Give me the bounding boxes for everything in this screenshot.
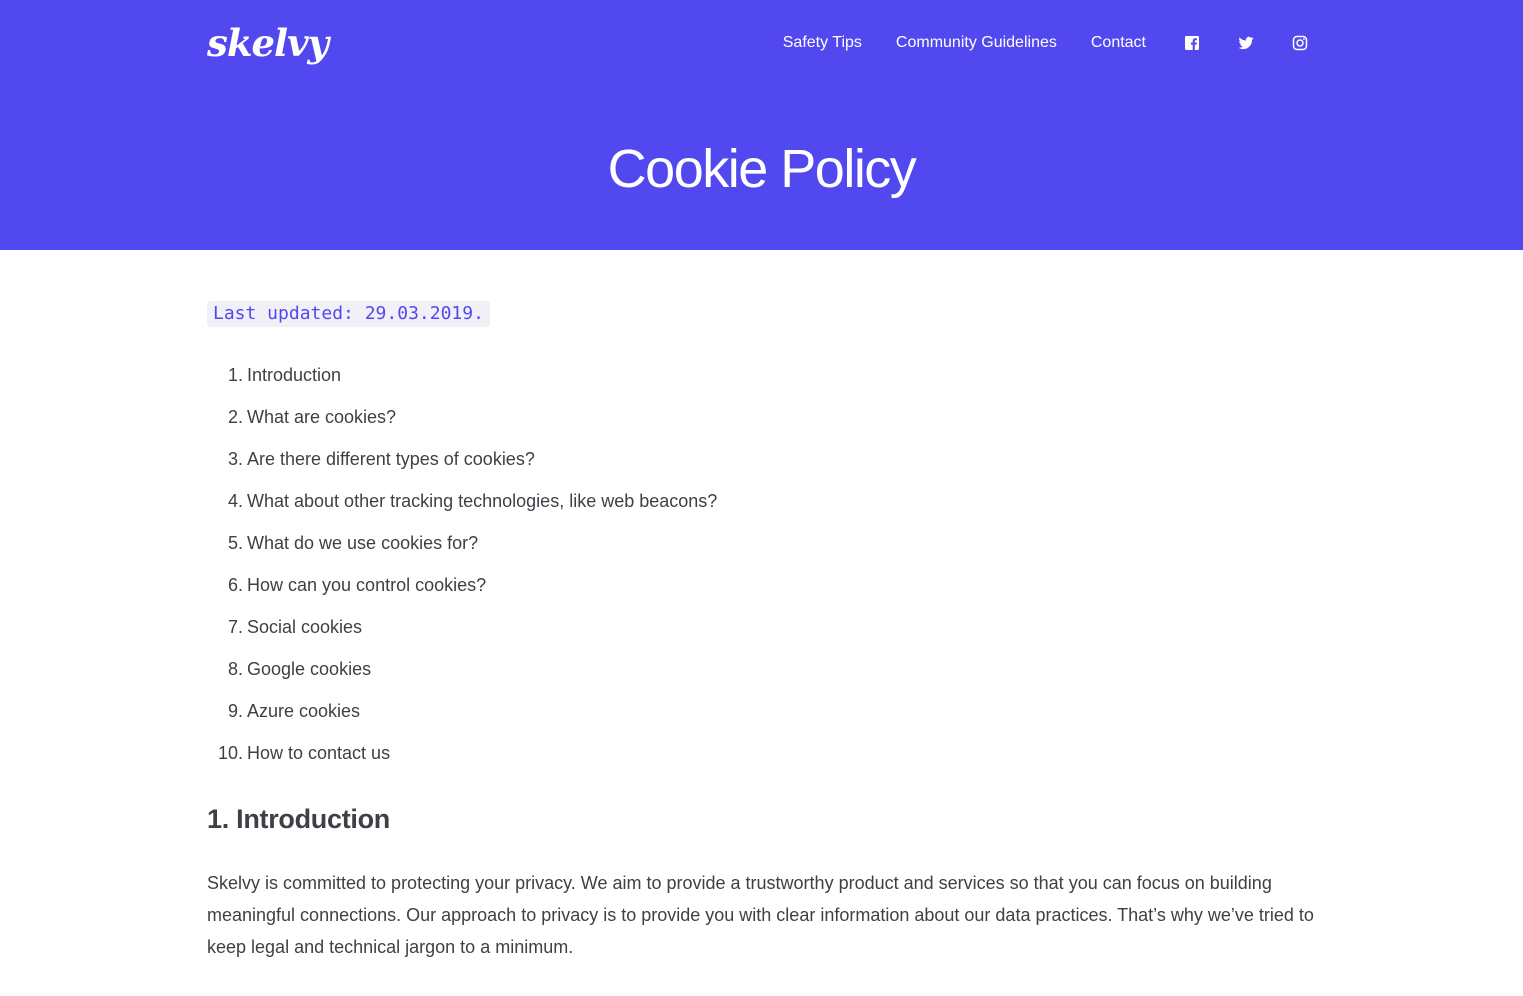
toc-item: 9. Azure cookies — [207, 700, 1317, 742]
instagram-icon[interactable] — [1292, 35, 1308, 51]
toc-number: 5. — [227, 533, 243, 553]
nav-link-safety-tips[interactable]: Safety Tips — [783, 34, 862, 52]
facebook-icon[interactable] — [1184, 35, 1200, 51]
toc-number: 10. — [217, 743, 243, 763]
nav-link-contact[interactable]: Contact — [1091, 34, 1146, 52]
toc-link-what-are-cookies[interactable]: What are cookies? — [247, 406, 396, 448]
toc-item: 5. What do we use cookies for? — [207, 532, 1317, 574]
toc-item: 4. What about other tracking technologies… — [207, 490, 1317, 532]
toc-number: 1. — [227, 365, 243, 385]
policy-content: Last updated: 29.03.2019. 1. Introduction… — [207, 250, 1317, 963]
toc-item: 6. How can you control cookies? — [207, 574, 1317, 616]
nav-link-community-guidelines[interactable]: Community Guidelines — [896, 34, 1057, 52]
toc-link-contact-us[interactable]: How to contact us — [247, 742, 390, 784]
page-title: Cookie Policy — [607, 139, 917, 199]
main-nav: Safety Tips Community Guidelines Contact — [783, 34, 1308, 52]
table-of-contents: 1. Introduction 2. What are cookies? 3. Are… — [207, 364, 1317, 784]
toc-number: 3. — [227, 449, 243, 469]
toc-number: 6. — [227, 575, 243, 595]
last-updated-badge: Last updated: 29.03.2019. — [207, 301, 490, 327]
toc-number: 7. — [227, 617, 243, 637]
toc-link-tracking-technologies[interactable]: What about other tracking technologies, … — [247, 490, 717, 532]
top-navigation-bar: skelvy Safety Tips Community Guidelines … — [207, 18, 1308, 68]
toc-link-google-cookies[interactable]: Google cookies — [247, 658, 371, 700]
toc-link-azure-cookies[interactable]: Azure cookies — [247, 700, 360, 742]
toc-link-social-cookies[interactable]: Social cookies — [247, 616, 362, 658]
introduction-paragraph: Skelvy is committed to protecting your p… — [207, 873, 1314, 957]
toc-number: 8. — [227, 659, 243, 679]
toc-link-cookie-uses[interactable]: What do we use cookies for? — [247, 532, 478, 574]
toc-item: 7. Social cookies — [207, 616, 1317, 658]
toc-link-introduction[interactable]: Introduction — [247, 364, 341, 406]
toc-item: 3. Are there different types of cookies? — [207, 448, 1317, 490]
toc-number: 4. — [227, 491, 243, 511]
toc-item: 10. How to contact us — [207, 742, 1317, 784]
toc-item: 2. What are cookies? — [207, 406, 1317, 448]
skelvy-logo[interactable]: skelvy — [207, 24, 329, 62]
toc-link-control-cookies[interactable]: How can you control cookies? — [247, 574, 486, 616]
toc-item: 8. Google cookies — [207, 658, 1317, 700]
twitter-icon[interactable] — [1238, 35, 1254, 51]
hero-header: skelvy Safety Tips Community Guidelines … — [0, 0, 1523, 250]
toc-number: 9. — [227, 701, 243, 721]
toc-number: 2. — [227, 407, 243, 427]
toc-item: 1. Introduction — [207, 364, 1317, 406]
section-heading-introduction: 1. Introduction — [207, 804, 390, 834]
social-links — [1184, 35, 1308, 51]
toc-link-types-of-cookies[interactable]: Are there different types of cookies? — [247, 448, 535, 490]
